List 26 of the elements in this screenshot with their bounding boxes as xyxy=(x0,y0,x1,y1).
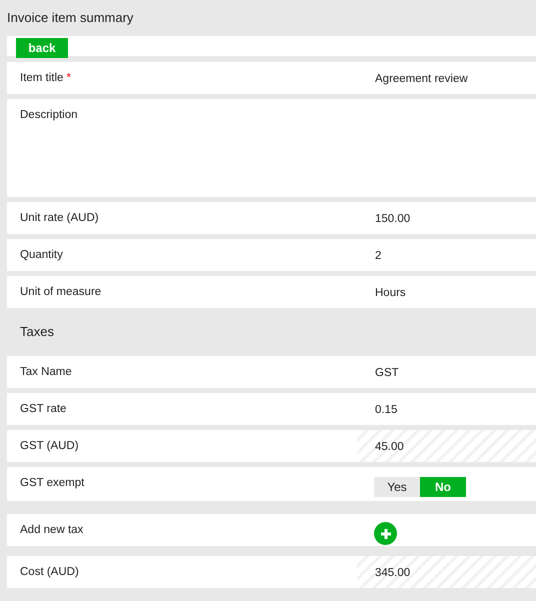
field-value: GST xyxy=(375,367,399,379)
page-title: Invoice item summary xyxy=(6,9,134,28)
readonly-field: 45.00 xyxy=(357,430,536,462)
field-label: Item title xyxy=(20,72,64,84)
field-value: 2 xyxy=(375,250,382,262)
field-label: Quantity xyxy=(20,249,63,261)
field-label: Unit of measure xyxy=(20,286,102,298)
field-value: Agreement review xyxy=(375,73,468,85)
field-value: Hours xyxy=(375,287,406,299)
toggle-option[interactable]: No xyxy=(420,477,466,497)
field-label: GST (AUD) xyxy=(20,440,79,452)
readonly-field: 345.00 xyxy=(357,556,536,588)
field-label: Add new tax xyxy=(20,524,84,536)
required-mark: * xyxy=(66,72,71,84)
field-label: Unit rate (AUD) xyxy=(20,212,99,224)
field-label: Tax Name xyxy=(20,366,72,378)
field-label: Cost (AUD) xyxy=(20,566,79,578)
toggle-option[interactable]: Yes xyxy=(374,477,420,497)
field-label: GST exempt xyxy=(20,477,84,489)
section-heading: Taxes xyxy=(19,323,55,342)
add-icon[interactable] xyxy=(374,522,397,545)
back-button[interactable]: back xyxy=(16,38,68,58)
field-value: 0.15 xyxy=(375,404,398,416)
field-value: 150.00 xyxy=(375,213,410,225)
field-label: Description xyxy=(20,109,78,121)
field-label: GST rate xyxy=(20,403,66,415)
